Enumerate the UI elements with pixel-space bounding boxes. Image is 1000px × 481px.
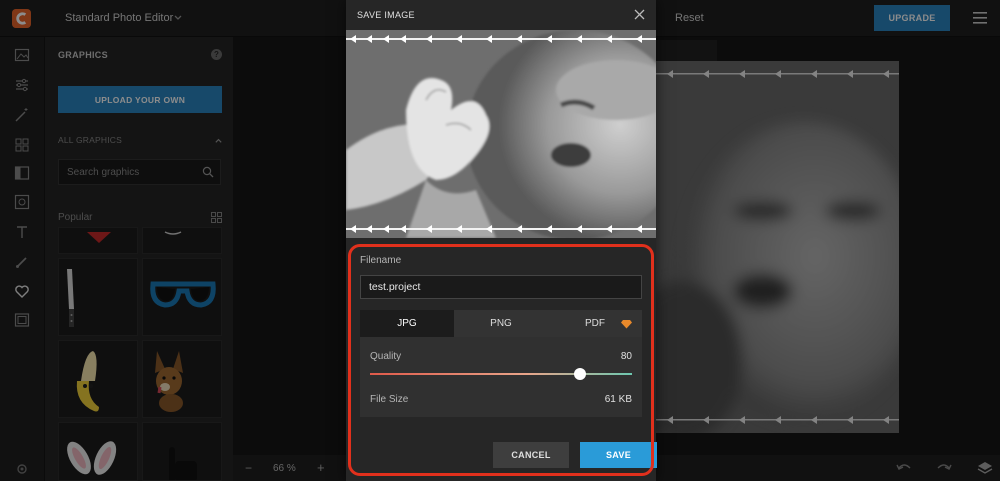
filesize-label: File Size (370, 394, 409, 405)
quality-label: Quality (370, 351, 402, 362)
quality-slider[interactable] (370, 368, 632, 380)
save-image-dialog: SAVE IMAGE Filename test.project JPG PNG… (346, 0, 657, 481)
tab-png[interactable]: PNG (454, 310, 548, 337)
slider-thumb[interactable] (573, 368, 586, 380)
cancel-button[interactable]: CANCEL (493, 442, 569, 468)
quality-value: 80 (620, 351, 632, 362)
filesize-value: 61 KB (604, 394, 632, 405)
save-button[interactable]: SAVE (580, 442, 657, 468)
format-tabs: JPG PNG PDF (360, 310, 642, 337)
dialog-title: SAVE IMAGE (357, 10, 415, 20)
slider-track[interactable] (370, 373, 632, 375)
diamond-icon (621, 320, 632, 329)
dialog-header: SAVE IMAGE (346, 0, 656, 30)
close-icon[interactable] (634, 9, 645, 20)
filename-label: Filename (360, 255, 402, 266)
quality-panel: Quality 80 File Size 61 KB (360, 337, 642, 417)
photo-editor-app: Standard Photo Editor Reset UPGRADE GRAP… (0, 0, 1000, 481)
tab-jpg[interactable]: JPG (360, 310, 454, 337)
image-preview (346, 30, 656, 238)
filename-input[interactable] (360, 275, 642, 299)
